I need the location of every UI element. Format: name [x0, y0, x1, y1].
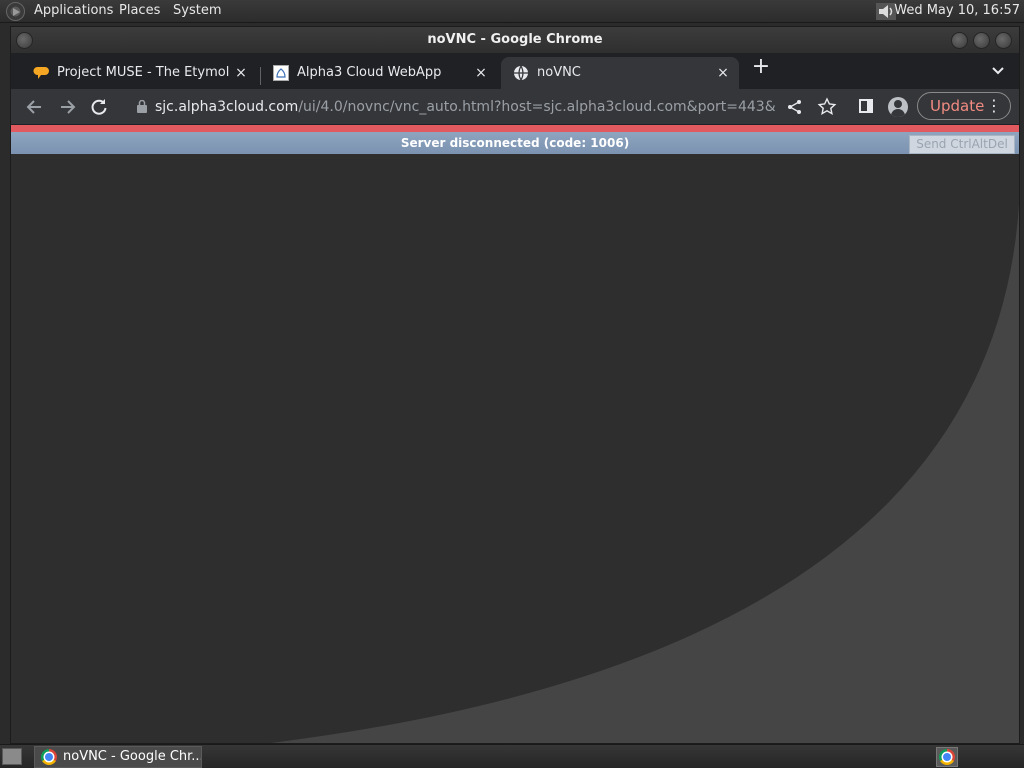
alpha3-favicon-icon	[273, 65, 289, 81]
tab-label: Project MUSE - The Etymolog	[57, 65, 229, 80]
update-button[interactable]: Update ⋮	[917, 92, 1011, 120]
system-menu[interactable]: System	[173, 3, 221, 18]
chrome-icon	[41, 749, 57, 765]
url-text[interactable]: sjc.alpha3cloud.com/ui/4.0/novnc/vnc_aut…	[155, 92, 775, 122]
status-message: Server disconnected (code: 1006)	[400, 136, 630, 150]
forward-arrow-icon[interactable]	[57, 97, 77, 117]
close-tab-icon[interactable]: ×	[471, 57, 491, 89]
volume-icon[interactable]	[876, 3, 896, 20]
background-curve	[11, 125, 1019, 743]
address-bar[interactable]: sjc.alpha3cloud.com/ui/4.0/novnc/vnc_aut…	[123, 92, 803, 122]
browser-window: noVNC - Google Chrome Project MUSE - The…	[10, 26, 1020, 744]
side-panel-icon[interactable]	[859, 99, 873, 113]
window-title: noVNC - Google Chrome	[427, 32, 603, 47]
tab-label: Alpha3 Cloud WebApp	[297, 65, 442, 80]
tab-strip: Project MUSE - The Etymolog × Alpha3 Clo…	[11, 53, 1019, 89]
novnc-viewport[interactable]: Server disconnected (code: 1006) Send Ct…	[11, 125, 1019, 743]
novnc-status-bar: Server disconnected (code: 1006) Send Ct…	[11, 132, 1019, 154]
tray-chrome-launcher[interactable]	[936, 747, 958, 767]
tab-search-chevron-down-icon[interactable]	[991, 64, 1005, 78]
new-tab-icon[interactable]: +	[751, 56, 771, 78]
chrome-icon	[939, 749, 955, 765]
taskbar-item-novnc[interactable]: noVNC - Google Chr...	[34, 746, 202, 768]
tab-novnc[interactable]: noVNC ×	[501, 57, 739, 89]
bookmark-star-icon[interactable]	[817, 97, 837, 117]
tab-project-muse[interactable]: Project MUSE - The Etymolog ×	[21, 57, 257, 89]
maximize-icon[interactable]	[973, 32, 990, 49]
more-menu-icon[interactable]: ⋮	[986, 93, 1002, 119]
send-ctrl-alt-del-button[interactable]: Send CtrlAltDel	[909, 135, 1015, 154]
tab-alpha3-cloud[interactable]: Alpha3 Cloud WebApp ×	[261, 57, 497, 89]
project-muse-favicon-icon	[33, 67, 49, 79]
red-status-stripe	[11, 125, 1019, 132]
reload-icon[interactable]	[89, 97, 109, 117]
applications-menu[interactable]: Applications	[34, 3, 113, 18]
profile-avatar-icon[interactable]	[888, 97, 908, 117]
tab-label: noVNC	[537, 65, 581, 80]
show-desktop-icon[interactable]	[2, 748, 22, 765]
clock[interactable]: Wed May 10, 16:57	[894, 3, 1020, 18]
lock-icon[interactable]	[137, 100, 147, 113]
close-tab-icon[interactable]: ×	[713, 57, 733, 89]
share-icon[interactable]	[785, 97, 805, 117]
close-window-icon[interactable]	[995, 32, 1012, 49]
top-panel: Applications Places System Wed May 10, 1…	[0, 0, 1024, 23]
taskbar-item-label: noVNC - Google Chr...	[63, 749, 202, 764]
window-titlebar[interactable]: noVNC - Google Chrome	[11, 27, 1019, 53]
gnome-logo-icon[interactable]	[6, 2, 25, 21]
browser-toolbar: sjc.alpha3cloud.com/ui/4.0/novnc/vnc_aut…	[11, 89, 1019, 125]
window-menu-icon[interactable]	[16, 32, 33, 49]
globe-icon	[514, 65, 528, 81]
close-tab-icon[interactable]: ×	[231, 57, 251, 89]
places-menu[interactable]: Places	[119, 3, 160, 18]
minimize-icon[interactable]	[951, 32, 968, 49]
back-arrow-icon[interactable]	[25, 97, 45, 117]
bottom-panel: noVNC - Google Chr...	[0, 744, 1024, 768]
